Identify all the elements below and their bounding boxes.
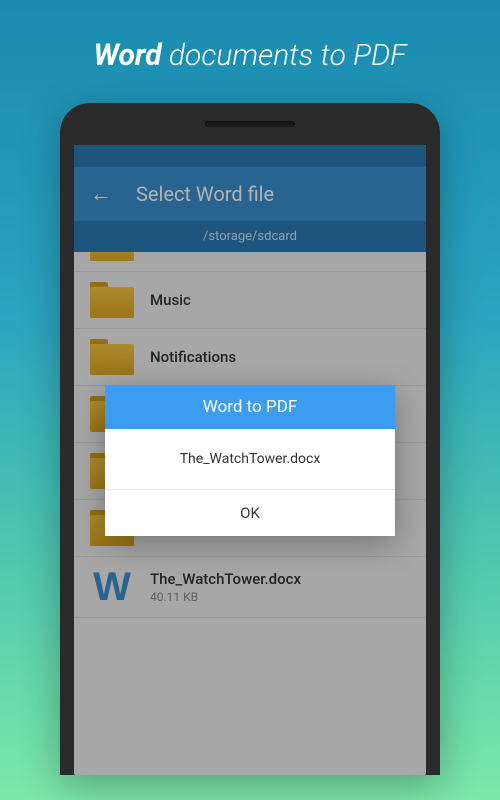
promo-headline: Word documents to PDF bbox=[0, 0, 500, 103]
dialog-title: Word to PDF bbox=[105, 385, 395, 429]
dialog-filename: The_WatchTower.docx bbox=[105, 429, 395, 490]
app-screen: ← Select Word file /storage/sdcard Music… bbox=[74, 145, 426, 775]
phone-frame: ← Select Word file /storage/sdcard Music… bbox=[60, 103, 440, 775]
headline-bold: Word bbox=[93, 38, 161, 73]
ok-button[interactable]: OK bbox=[105, 490, 395, 536]
modal-overlay[interactable]: Word to PDF The_WatchTower.docx OK bbox=[74, 145, 426, 775]
convert-dialog: Word to PDF The_WatchTower.docx OK bbox=[105, 385, 395, 536]
headline-rest: documents to PDF bbox=[162, 38, 407, 73]
phone-speaker bbox=[205, 121, 295, 127]
